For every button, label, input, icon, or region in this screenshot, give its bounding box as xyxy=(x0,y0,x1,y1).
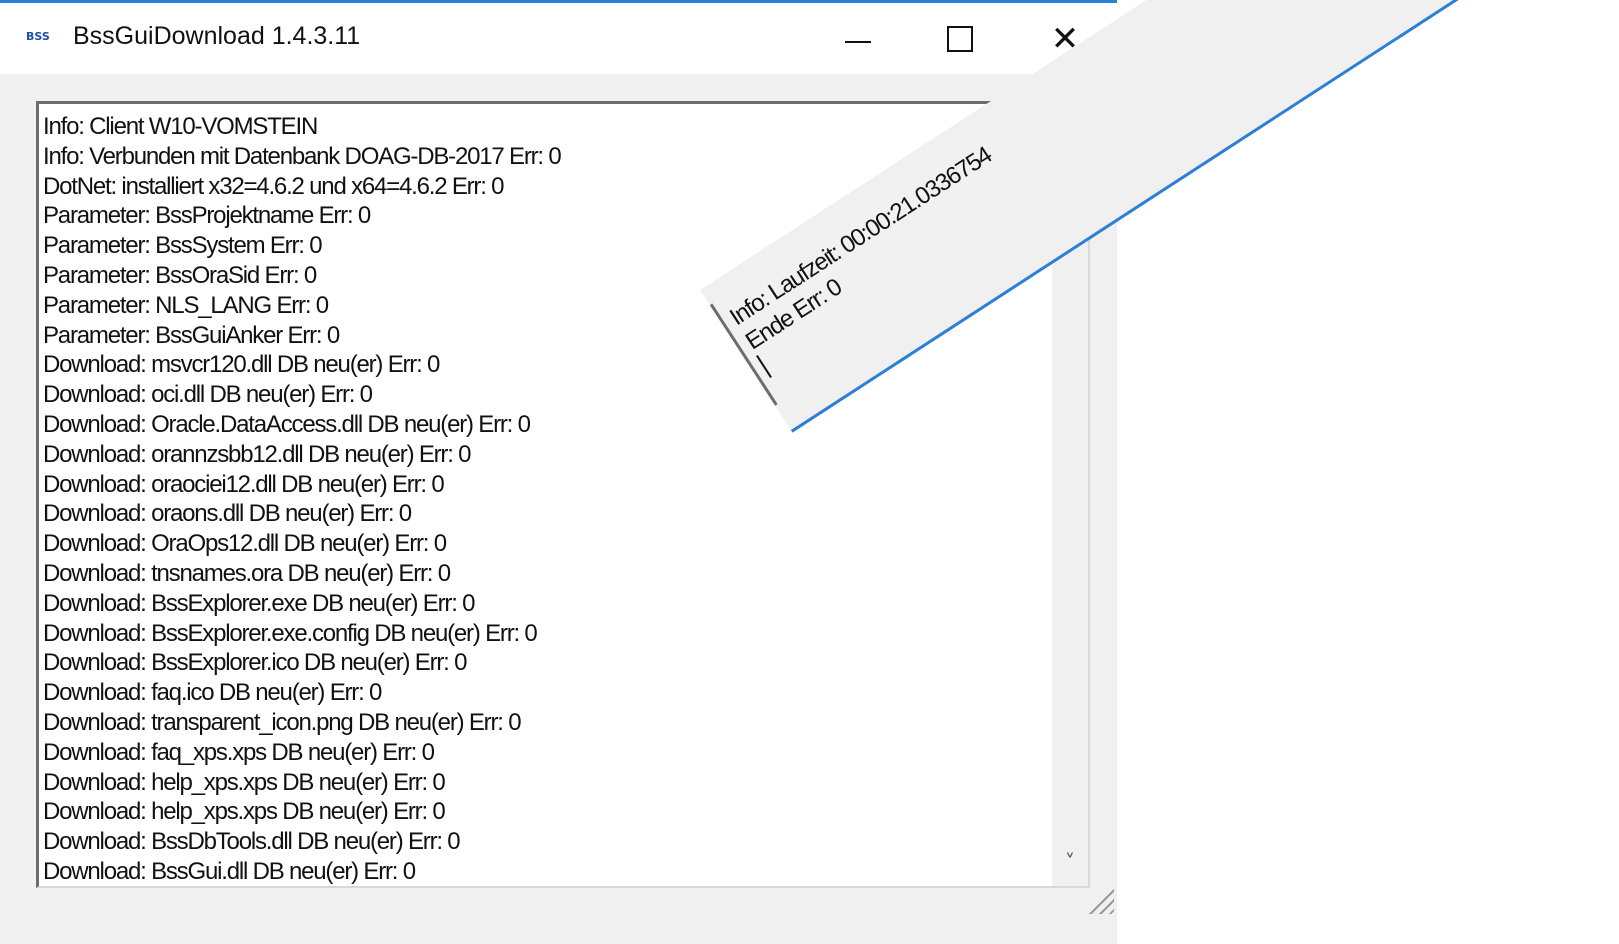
scroll-down-icon[interactable]: ˅ xyxy=(1052,844,1088,880)
log-line: Parameter: BssSystem Err: 0 xyxy=(43,232,323,260)
log-line: Download: BssExplorer.exe.config DB neu(… xyxy=(43,619,538,647)
maximize-button[interactable] xyxy=(917,3,1003,74)
log-line: Download: oraons.dll DB neu(er) Err: 0 xyxy=(43,500,412,528)
log-line: Download: orannzsbb12.dll DB neu(er) Err… xyxy=(43,440,472,468)
log-line: Download: msvcr120.dll DB neu(er) Err: 0 xyxy=(43,351,440,379)
log-line: Download: tnsnames.ora DB neu(er) Err: 0 xyxy=(43,559,451,587)
window-title: BssGuiDownload 1.4.3.11 xyxy=(73,22,361,50)
log-line: Download: Oracle.DataAccess.dll DB neu(e… xyxy=(43,410,531,438)
log-line: Parameter: BssGuiAnker Err: 0 xyxy=(43,321,340,349)
log-line: Download: help_xps.xps DB neu(er) Err: 0 xyxy=(43,768,446,796)
log-line: Download: BssExplorer.exe DB neu(er) Err… xyxy=(43,589,475,617)
log-line: Download: help_xps.xps DB neu(er) Err: 0 xyxy=(43,798,446,826)
log-line: Parameter: BssProjektname Err: 0 xyxy=(43,202,371,230)
minimize-button[interactable] xyxy=(815,3,901,74)
log-line: Parameter: BssOraSid Err: 0 xyxy=(43,261,317,289)
title-bar[interactable]: BSS BssGuiDownload 1.4.3.11 ✕ xyxy=(0,3,1117,74)
log-line: Parameter: NLS_LANG Err: 0 xyxy=(43,291,329,319)
log-line: Download: faq.ico DB neu(er) Err: 0 xyxy=(43,679,382,707)
log-line: Download: faq_xps.xps DB neu(er) Err: 0 xyxy=(43,738,435,766)
resize-grip-icon[interactable] xyxy=(1088,888,1114,914)
log-line: Info: Verbunden mit Datenbank DOAG-DB-20… xyxy=(43,142,562,170)
log-lines: Info: Client W10-VOMSTEIN Info: Verbunden… xyxy=(43,112,562,886)
log-line: DotNet: installiert x32=4.6.2 und x64=4.… xyxy=(43,172,505,200)
log-line: Info: Client W10-VOMSTEIN xyxy=(43,113,318,140)
log-line: Download: OraOps12.dll DB neu(er) Err: 0 xyxy=(43,530,447,558)
log-line: Download: BssExplorer.ico DB neu(er) Err… xyxy=(43,649,467,677)
log-line: Download: BssGui.dll DB neu(er) Err: 0 xyxy=(43,857,416,885)
log-line: Download: oci.dll DB neu(er) Err: 0 xyxy=(43,381,373,409)
minimize-icon xyxy=(845,40,871,43)
log-line: Download: BssDbTools.dll DB neu(er) Err:… xyxy=(43,828,461,856)
log-line: Download: transparent_icon.png DB neu(er… xyxy=(43,708,522,736)
log-line: Download: oraociei12.dll DB neu(er) Err:… xyxy=(43,470,445,498)
app-icon: BSS xyxy=(26,30,50,43)
text-caret xyxy=(756,355,772,378)
maximize-icon xyxy=(947,25,973,52)
